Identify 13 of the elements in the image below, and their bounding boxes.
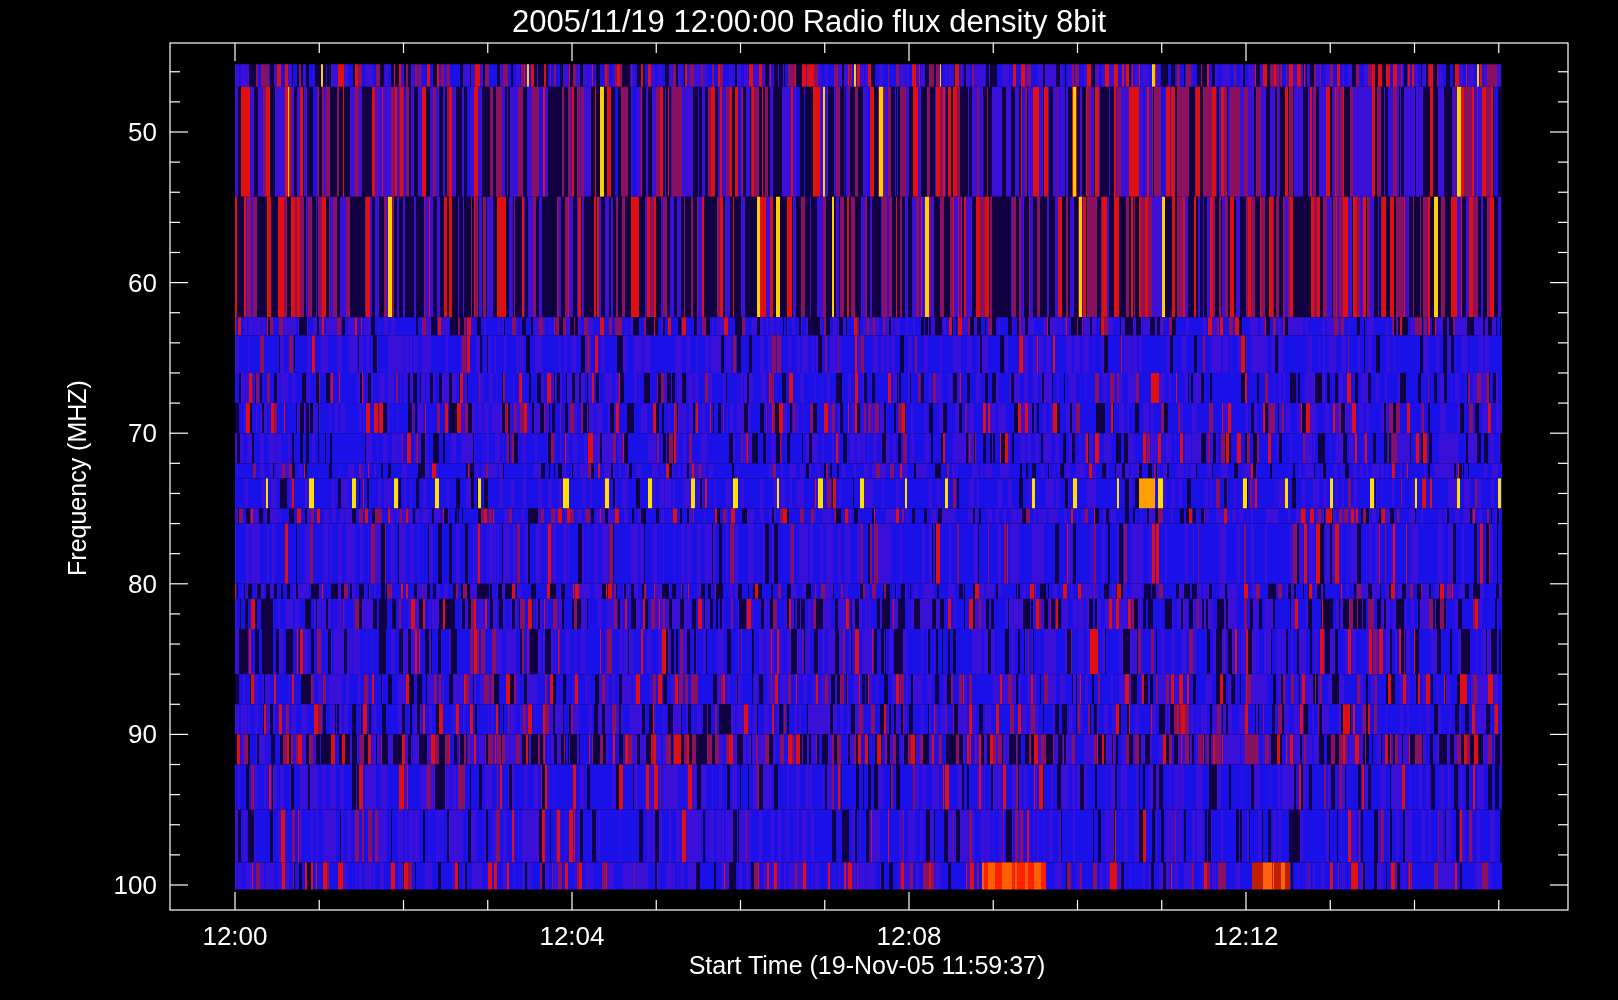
x-tick-label: 12:00	[202, 921, 268, 951]
y-tick-label: 80	[128, 568, 157, 599]
y-tick-label: 50	[128, 117, 157, 147]
y-tick-label: 90	[128, 719, 157, 750]
y-tick-label: 70	[128, 418, 157, 449]
x-tick-label: 12:12	[1213, 921, 1279, 951]
x-tick-label: 12:04	[539, 921, 605, 951]
x-axis-label: Start Time (19-Nov-05 11:59:37)	[688, 951, 1046, 979]
y-axis-label: Frequency (MHZ)	[63, 380, 91, 576]
x-tick-label: 12:08	[876, 921, 942, 951]
plot-title: 2005/11/19 12:00:00 Radio flux density 8bit	[512, 4, 1106, 39]
y-tick-label: 60	[128, 267, 157, 298]
y-tick-label: 100	[113, 870, 157, 900]
